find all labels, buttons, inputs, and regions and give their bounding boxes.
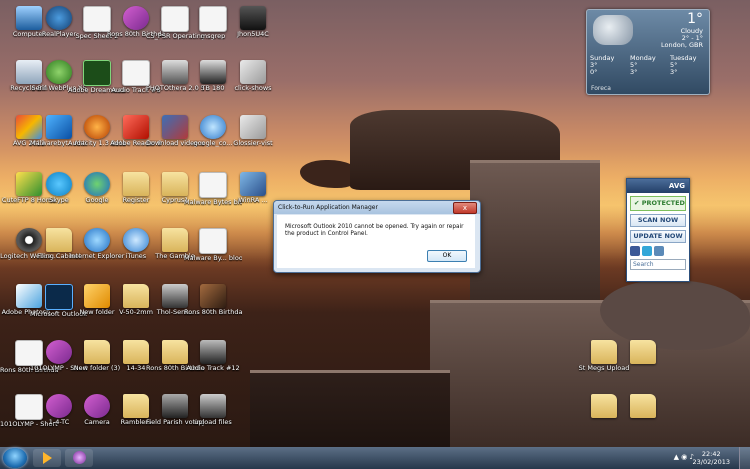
image-file-icon xyxy=(200,284,226,308)
forecast-low: 3° xyxy=(670,68,678,76)
avg-social-links xyxy=(630,246,686,256)
weather-location: London, GBR xyxy=(661,41,703,49)
click-to-run-dialog: Click-to-Run Application Manager x Micro… xyxy=(273,200,481,273)
document-icon xyxy=(199,172,227,198)
taskbar-clock[interactable]: 22:42 23/02/2013 xyxy=(693,450,730,466)
desktop-icon-glossier[interactable]: Glossier-vist xyxy=(224,115,282,147)
taskbar: ▲ ◉ ♪ 22:42 23/02/2013 xyxy=(0,447,750,469)
image-file-icon xyxy=(240,115,266,139)
itunes-icon xyxy=(72,451,86,464)
ok-button[interactable]: OK xyxy=(427,250,467,262)
desktop-icon-field-parish[interactable] xyxy=(614,340,672,365)
winrar-icon xyxy=(240,172,266,196)
avg-update-now-button[interactable]: UPDATE NOW xyxy=(630,230,686,243)
avg-status-label: PROTECTED xyxy=(641,199,685,207)
weather-temperature: 1° xyxy=(687,11,703,27)
device-icon xyxy=(240,6,266,30)
desktop-icon-click-shows[interactable]: click-shows xyxy=(224,60,282,92)
avg-scan-now-button[interactable]: SCAN NOW xyxy=(630,214,686,227)
clock-time: 22:42 xyxy=(701,450,721,458)
folder-icon xyxy=(630,394,656,418)
forecast-day: Tuesday 5° 3° xyxy=(670,55,706,76)
weather-current: 1° Cloudy 2° - 1° London, GBR xyxy=(587,10,709,55)
close-button[interactable]: x xyxy=(453,202,477,214)
dialog-body: Microsoft Outlook 2010 cannot be opened.… xyxy=(277,215,475,268)
forecast-low: 3° xyxy=(630,68,638,76)
avg-community-icon[interactable] xyxy=(654,246,664,256)
folder-icon xyxy=(630,340,656,364)
show-desktop-button[interactable] xyxy=(739,447,750,469)
avg-gadget: AVG ✔ PROTECTED SCAN NOW UPDATE NOW Sear… xyxy=(626,178,690,282)
dialog-title: Click-to-Run Application Manager xyxy=(274,201,480,214)
desktop-icon-thol-seni[interactable]: Rons 80th Birthday xyxy=(184,284,242,316)
image-file-icon xyxy=(240,60,266,84)
document-icon xyxy=(199,228,227,254)
facebook-icon[interactable] xyxy=(630,246,640,256)
cloud-icon xyxy=(593,15,633,45)
document-icon xyxy=(199,6,227,32)
avg-protected-status: ✔ PROTECTED xyxy=(630,196,686,211)
weather-source[interactable]: Foreca xyxy=(591,85,611,92)
internet-explorer-icon xyxy=(200,115,226,139)
taskbar-media-player[interactable] xyxy=(33,449,61,467)
camera-icon xyxy=(200,340,226,364)
check-icon: ✔ xyxy=(634,199,642,207)
forecast-low: 0° xyxy=(590,68,598,76)
dialog-message: Microsoft Outlook 2010 cannot be opened.… xyxy=(285,224,464,237)
avg-search-input[interactable]: Search xyxy=(630,259,686,270)
twitter-icon[interactable] xyxy=(642,246,652,256)
rock-columns xyxy=(470,160,600,303)
desktop-icon-st-megs[interactable] xyxy=(614,394,672,419)
avg-header: AVG xyxy=(627,179,689,193)
rock-columns xyxy=(250,370,450,447)
weather-gadget[interactable]: 1° Cloudy 2° - 1° London, GBR Sunday 3° 0°… xyxy=(586,9,710,95)
desktop-icon-camera[interactable]: upload files xyxy=(184,394,242,426)
taskbar-itunes[interactable] xyxy=(65,449,93,467)
desktop-icon-jhon[interactable]: Jhon5U4C xyxy=(224,6,282,38)
forecast-day: Sunday 3° 0° xyxy=(590,55,626,76)
desktop-icon-14-34[interactable]: Audio Track #12 xyxy=(184,340,242,372)
desktop-icon-winra[interactable]: WinRA ... xyxy=(224,172,282,204)
start-button[interactable] xyxy=(3,448,27,468)
play-icon xyxy=(43,452,52,464)
weather-forecast: Sunday 3° 0° Monday 5° 3° Tuesday 5° 3° xyxy=(587,55,709,76)
system-tray[interactable]: ▲ ◉ ♪ xyxy=(674,453,694,461)
desktop-icon-malware-blooddry[interactable]: Malware By... blooddry... xyxy=(184,228,242,262)
camera-icon xyxy=(200,394,226,418)
clock-date: 23/02/2013 xyxy=(692,458,730,466)
forecast-day: Monday 5° 3° xyxy=(630,55,666,76)
device-icon xyxy=(200,60,226,84)
weather-condition-block: Cloudy 2° - 1° London, GBR xyxy=(661,28,703,49)
